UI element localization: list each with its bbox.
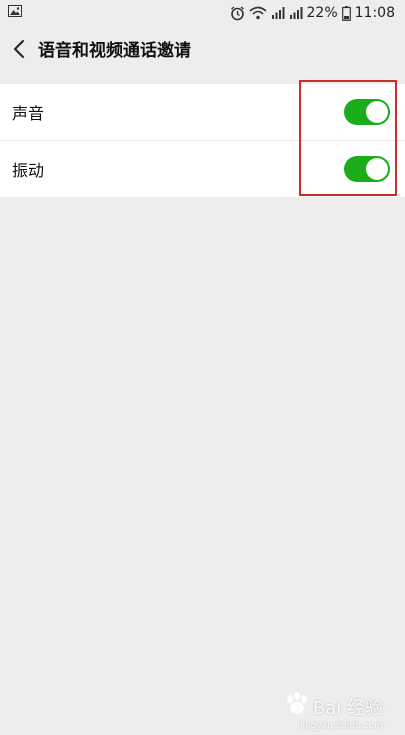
sound-label: 声音 <box>12 104 45 123</box>
status-bar: 22% 11:08 <box>0 0 405 26</box>
signal-icon-2 <box>289 6 303 20</box>
battery-icon <box>341 5 351 21</box>
watermark-url: jingyan.baidu.com <box>299 721 383 731</box>
vibration-toggle[interactable] <box>344 156 390 182</box>
toggle-knob <box>366 101 388 123</box>
image-icon <box>8 5 22 17</box>
header: 语音和视频通话邀请 <box>0 26 405 76</box>
signal-icon <box>271 6 285 20</box>
sound-toggle[interactable] <box>344 99 390 125</box>
watermark-text: Bai 经验 <box>312 697 383 719</box>
chevron-left-icon <box>13 39 25 63</box>
setting-row-vibration[interactable]: 振动 <box>0 140 405 197</box>
wifi-icon <box>248 6 267 20</box>
status-time: 11:08 <box>354 5 395 21</box>
toggle-knob <box>366 158 388 180</box>
watermark-logo: Bai 经验 <box>284 692 383 721</box>
alarm-icon <box>230 5 245 21</box>
paw-icon <box>284 692 310 721</box>
setting-row-sound[interactable]: 声音 <box>0 84 405 140</box>
vibration-label: 振动 <box>12 161 45 180</box>
settings-list: 声音 振动 <box>0 84 405 197</box>
page-title: 语音和视频通话邀请 <box>38 41 191 61</box>
back-button[interactable] <box>6 37 32 65</box>
battery-percent: 22% <box>306 5 338 21</box>
